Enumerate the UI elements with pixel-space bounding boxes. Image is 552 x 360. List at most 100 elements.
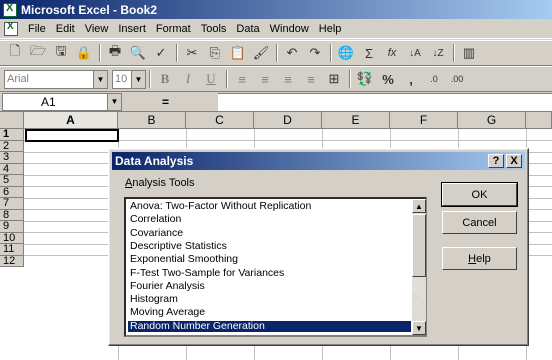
row-header[interactable]: 3 <box>0 152 24 164</box>
align-left-icon[interactable]: ≡ <box>231 68 253 90</box>
new-icon[interactable]: 🗋 <box>4 42 26 64</box>
list-item[interactable]: Exponential Smoothing <box>128 254 411 266</box>
toolbar-separator <box>453 44 455 62</box>
undo-icon[interactable]: ↶ <box>281 42 303 64</box>
font-size-value: 10 <box>115 73 128 85</box>
analysis-tools-list[interactable]: Anova: Two-Factor Without Replication Cor… <box>124 197 427 337</box>
italic-button[interactable]: I <box>177 68 199 90</box>
scroll-up-icon[interactable]: ▲ <box>412 199 426 213</box>
sort-ascending-icon[interactable]: ↓A <box>404 42 426 64</box>
row-header[interactable]: 7 <box>0 198 24 210</box>
menu-data[interactable]: Data <box>231 20 264 38</box>
column-header-b[interactable]: B <box>118 112 186 129</box>
list-item[interactable]: Anova: Two-Factor Without Replication <box>128 200 411 213</box>
column-header-g[interactable]: G <box>458 112 526 129</box>
excel-app-icon[interactable] <box>3 2 17 17</box>
menu-help[interactable]: Help <box>314 20 347 38</box>
toolbar-separator <box>149 70 151 88</box>
cut-icon[interactable]: ✂ <box>181 42 203 64</box>
row-header[interactable]: 9 <box>0 221 24 233</box>
chevron-down-icon[interactable]: ▼ <box>131 70 145 88</box>
copy-icon[interactable]: ⎘ <box>204 42 226 64</box>
list-item[interactable]: Covariance <box>128 227 411 240</box>
print-preview-icon[interactable]: 🔍 <box>127 42 149 64</box>
menu-tools[interactable]: Tools <box>196 20 232 38</box>
cancel-button[interactable]: Cancel <box>442 211 517 234</box>
toolbar-separator <box>176 44 178 62</box>
function-icon[interactable]: fx <box>381 42 403 64</box>
menu-insert[interactable]: Insert <box>113 20 151 38</box>
menu-format[interactable]: Format <box>151 20 196 38</box>
menu-view[interactable]: View <box>80 20 114 38</box>
currency-icon[interactable]: 💱 <box>354 68 376 90</box>
column-header-c[interactable]: C <box>186 112 254 129</box>
align-center-icon[interactable]: ≡ <box>254 68 276 90</box>
format-painter-icon[interactable]: 🖌 <box>250 42 272 64</box>
list-item[interactable]: F-Test Two-Sample for Variances <box>128 267 411 280</box>
analysis-tools-label: Analysis Tools <box>125 177 195 189</box>
dialog-title-bar[interactable]: Data Analysis ? X <box>112 152 525 170</box>
list-item[interactable]: Moving Average <box>128 307 411 319</box>
list-item[interactable]: Histogram <box>128 294 411 306</box>
save-icon[interactable]: 🖫 <box>50 42 72 64</box>
title-bar: Microsoft Excel - Book2 <box>0 0 552 19</box>
column-header-e[interactable]: E <box>322 112 390 129</box>
justify-icon[interactable]: ≡ <box>300 68 322 90</box>
permission-icon[interactable]: 🔒 <box>73 42 95 64</box>
active-cell-a1[interactable] <box>25 129 119 142</box>
select-all-corner[interactable] <box>0 112 24 129</box>
help-icon[interactable]: ? <box>488 154 504 168</box>
name-box[interactable]: A1 ▼ <box>2 92 122 111</box>
open-icon[interactable]: 🗁 <box>27 42 49 64</box>
ok-button[interactable]: OK <box>441 182 518 207</box>
menu-edit[interactable]: Edit <box>51 20 80 38</box>
align-right-icon[interactable]: ≡ <box>277 68 299 90</box>
decrease-decimal-button[interactable]: .00 <box>446 68 468 90</box>
column-header-h[interactable] <box>526 112 552 129</box>
list-item[interactable]: Descriptive Statistics <box>128 240 411 253</box>
menu-file[interactable]: File <box>23 20 51 38</box>
formatting-toolbar: Arial ▼ 10 ▼ B I U ≡ ≡ ≡ ≡ ⊞ 💱 % , .0 .0… <box>0 66 552 92</box>
hyperlink-icon[interactable]: 🌐 <box>335 42 357 64</box>
help-button[interactable]: Help <box>442 247 517 270</box>
scroll-down-icon[interactable]: ▼ <box>412 321 426 335</box>
redo-icon[interactable]: ↷ <box>304 42 326 64</box>
paste-icon[interactable]: 📋 <box>227 42 249 64</box>
edit-formula-button[interactable]: = <box>162 95 169 109</box>
chevron-down-icon[interactable]: ▼ <box>93 70 107 88</box>
toolbar-separator <box>349 70 351 88</box>
column-header-f[interactable]: F <box>390 112 458 129</box>
chart-wizard-icon[interactable]: ▥ <box>458 42 480 64</box>
formula-input[interactable] <box>218 93 552 111</box>
font-select[interactable]: Arial ▼ <box>4 69 108 89</box>
standard-toolbar: 🗋 🗁 🖫 🔒 🖶 🔍 ✓ ✂ ⎘ 📋 🖌 ↶ ↷ 🌐 Σ fx ↓A ↓Z ▥ <box>0 40 552 66</box>
row-header[interactable]: 5 <box>0 175 24 187</box>
row-header[interactable]: 11 <box>0 244 24 256</box>
window-title: Microsoft Excel - Book2 <box>21 2 158 17</box>
print-icon[interactable]: 🖶 <box>104 42 126 64</box>
sort-descending-icon[interactable]: ↓Z <box>427 42 449 64</box>
scrollbar-thumb[interactable] <box>412 214 426 277</box>
autosum-icon[interactable]: Σ <box>358 42 380 64</box>
list-scrollbar[interactable]: ▲ ▼ <box>412 199 426 335</box>
underline-button[interactable]: U <box>200 68 222 90</box>
list-item[interactable]: Correlation <box>128 214 411 226</box>
font-size-select[interactable]: 10 ▼ <box>112 69 146 89</box>
percent-style-button[interactable]: % <box>377 68 399 90</box>
dialog-title: Data Analysis <box>115 154 194 168</box>
merge-center-icon[interactable]: ⊞ <box>323 68 345 90</box>
menu-window[interactable]: Window <box>265 20 314 38</box>
column-header-d[interactable]: D <box>254 112 322 129</box>
comma-style-button[interactable]: , <box>400 68 422 90</box>
row-header[interactable]: 1 <box>0 129 24 141</box>
spelling-icon[interactable]: ✓ <box>150 42 172 64</box>
workbook-icon[interactable] <box>4 21 18 36</box>
close-icon[interactable]: X <box>506 154 522 168</box>
chevron-down-icon[interactable]: ▼ <box>107 93 121 110</box>
increase-decimal-button[interactable]: .0 <box>423 68 445 90</box>
bold-button[interactable]: B <box>154 68 176 90</box>
column-header-a[interactable]: A <box>24 112 118 129</box>
row-header[interactable]: 12 <box>0 255 24 267</box>
list-item[interactable]: Fourier Analysis <box>128 280 411 293</box>
list-item[interactable]: Random Number Generation <box>128 320 411 333</box>
